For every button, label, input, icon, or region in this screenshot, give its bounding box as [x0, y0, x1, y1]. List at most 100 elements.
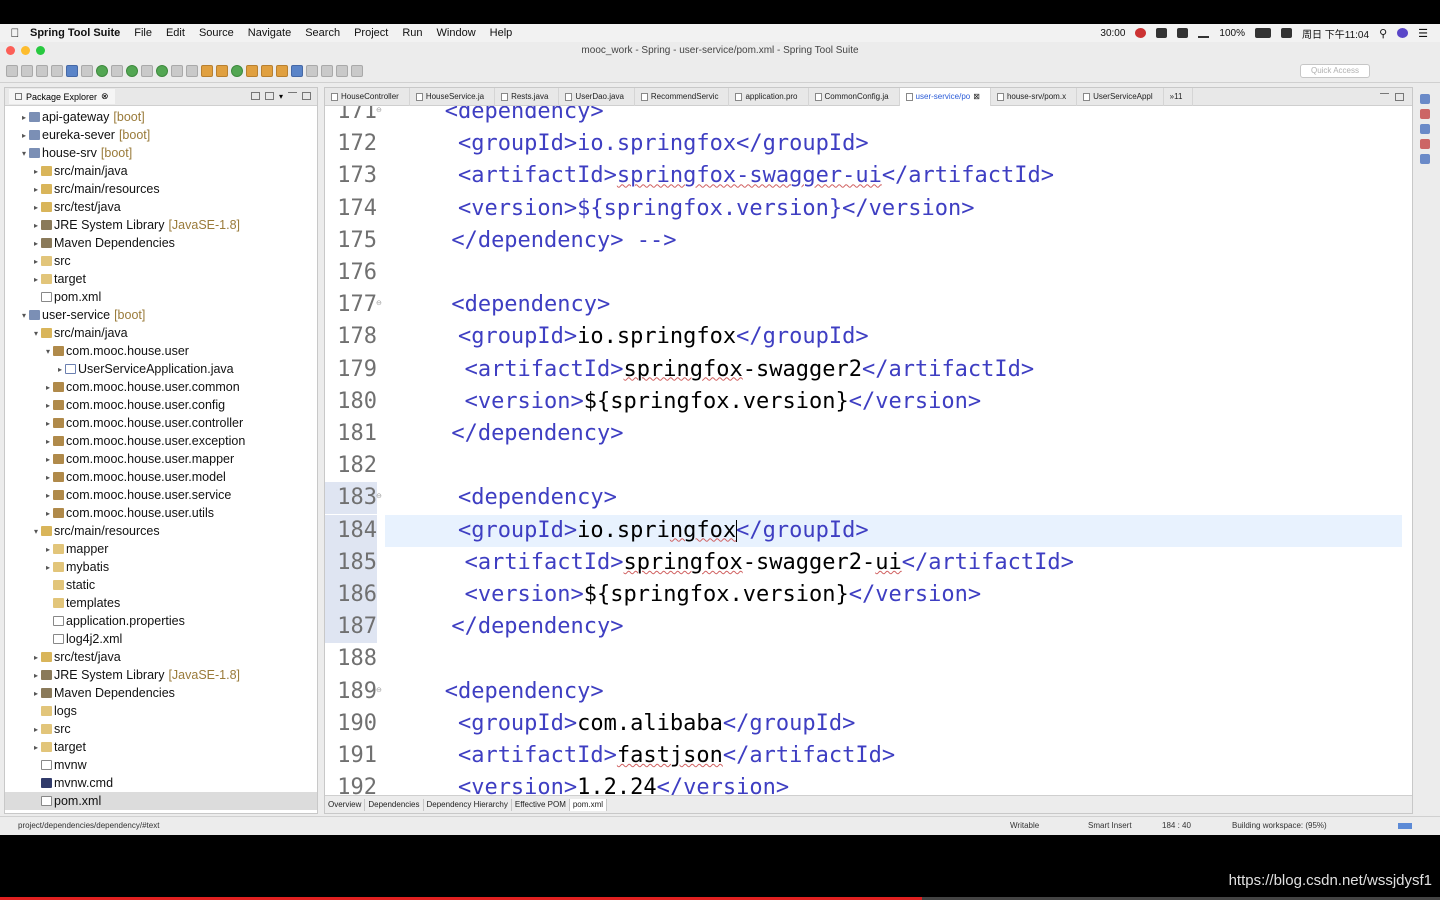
collapsed-arrow-icon[interactable]: ▸: [31, 653, 41, 662]
toggle-mark-icon[interactable]: [111, 64, 123, 77]
menu-run[interactable]: Run: [402, 27, 422, 39]
menu-window[interactable]: Window: [437, 27, 476, 39]
collapsed-arrow-icon[interactable]: ▸: [19, 113, 29, 122]
collapsed-arrow-icon[interactable]: ▸: [31, 275, 41, 284]
save-all-icon[interactable]: [36, 64, 48, 77]
next-annotation-icon[interactable]: [306, 64, 318, 77]
tree-item[interactable]: ▸ target: [5, 270, 317, 288]
tree-item[interactable]: ▸ target: [5, 738, 317, 756]
battery-icon[interactable]: [1255, 28, 1271, 38]
tree-item[interactable]: ▸ mapper: [5, 540, 317, 558]
menu-file[interactable]: File: [134, 27, 152, 39]
tree-item[interactable]: mvnw.cmd: [5, 774, 317, 792]
tree-item[interactable]: ▸ src/main/java: [5, 162, 317, 180]
perspective-icon[interactable]: [1420, 94, 1430, 104]
tree-item[interactable]: ▸ src: [5, 252, 317, 270]
forward-icon[interactable]: [351, 64, 363, 77]
tree-item[interactable]: log4j2.xml: [5, 630, 317, 648]
collapsed-arrow-icon[interactable]: ▸: [31, 203, 41, 212]
collapsed-arrow-icon[interactable]: ▸: [19, 131, 29, 140]
editor-tab[interactable]: HouseController: [325, 87, 410, 106]
tree-item[interactable]: ▾ src/main/resources: [5, 522, 317, 540]
tree-item[interactable]: ▸ UserServiceApplication.java: [5, 360, 317, 378]
collapsed-arrow-icon[interactable]: ▸: [31, 239, 41, 248]
tab-overflow-button[interactable]: »11: [1164, 87, 1194, 106]
boot-dashboard-icon[interactable]: [96, 64, 108, 77]
boot-icon[interactable]: [1420, 154, 1430, 164]
tree-item[interactable]: ▸ src/test/java: [5, 648, 317, 666]
new-java-project-icon[interactable]: [201, 64, 213, 77]
collapsed-arrow-icon[interactable]: ▸: [43, 473, 53, 482]
skip-breakpoints-icon[interactable]: [81, 64, 93, 77]
notification-center-icon[interactable]: ☰: [1418, 27, 1428, 40]
tree-item[interactable]: ▾ user-service [boot]: [5, 306, 317, 324]
debug-icon[interactable]: [141, 64, 153, 77]
tree-item[interactable]: ▸ JRE System Library [JavaSE-1.8]: [5, 216, 317, 234]
tree-item[interactable]: ▾ house-srv [boot]: [5, 144, 317, 162]
tree-item[interactable]: static: [5, 576, 317, 594]
search-icon[interactable]: [276, 64, 288, 77]
collapsed-arrow-icon[interactable]: ▸: [31, 689, 41, 698]
tree-item[interactable]: pom.xml: [5, 792, 317, 810]
expanded-arrow-icon[interactable]: ▾: [31, 329, 41, 338]
tree-item[interactable]: ▸ Maven Dependencies: [5, 684, 317, 702]
collapsed-arrow-icon[interactable]: ▸: [31, 185, 41, 194]
coverage-icon[interactable]: [171, 64, 183, 77]
collapsed-arrow-icon[interactable]: ▸: [31, 257, 41, 266]
editor-tab[interactable]: house-srv/pom.x: [991, 87, 1078, 106]
collapsed-arrow-icon[interactable]: ▸: [31, 221, 41, 230]
editor-tab[interactable]: UserServiceAppl: [1077, 87, 1164, 106]
tree-item[interactable]: ▸ src: [5, 720, 317, 738]
apple-icon[interactable]: : [0, 26, 30, 40]
link-editor-icon[interactable]: [264, 92, 274, 100]
print-icon[interactable]: [51, 64, 63, 77]
tree-item[interactable]: ▸ eureka-sever [boot]: [5, 126, 317, 144]
tree-item[interactable]: logs: [5, 702, 317, 720]
open-task-icon[interactable]: [261, 64, 273, 77]
input-method-icon[interactable]: [1281, 28, 1292, 38]
maximize-view-icon[interactable]: [302, 92, 311, 100]
tree-item[interactable]: application.properties: [5, 612, 317, 630]
clock[interactable]: 周日 下午11:04: [1302, 26, 1369, 41]
menu-search[interactable]: Search: [305, 27, 340, 39]
tree-item[interactable]: ▸ com.mooc.house.user.common: [5, 378, 317, 396]
package-explorer-tab[interactable]: Package Explorer ⊗: [9, 89, 115, 104]
minimize-editor-icon[interactable]: [1380, 92, 1389, 95]
collapse-all-icon[interactable]: [250, 92, 260, 100]
collapsed-arrow-icon[interactable]: ▸: [43, 545, 53, 554]
menu-edit[interactable]: Edit: [166, 27, 185, 39]
editor-tab[interactable]: user-service/po ⊠: [899, 87, 991, 106]
spring-icon[interactable]: [1420, 139, 1430, 149]
pom-page-tab[interactable]: pom.xml: [569, 798, 608, 811]
tree-item[interactable]: ▸ api-gateway [boot]: [5, 108, 317, 126]
tree-item[interactable]: ▸ com.mooc.house.user.utils: [5, 504, 317, 522]
tree-item[interactable]: ▸ src/main/resources: [5, 180, 317, 198]
tree-item[interactable]: pom.xml: [5, 288, 317, 306]
close-tab-icon[interactable]: ⊠: [973, 92, 980, 101]
collapsed-arrow-icon[interactable]: ▸: [31, 671, 41, 680]
outline-icon[interactable]: [1420, 109, 1430, 119]
pom-page-tab[interactable]: Dependency Hierarchy: [424, 798, 512, 811]
collapsed-arrow-icon[interactable]: ▸: [55, 365, 65, 374]
refresh-icon[interactable]: [126, 64, 138, 77]
task-list-icon[interactable]: [1420, 124, 1430, 134]
external-tools-icon[interactable]: [186, 64, 198, 77]
editor-tab[interactable]: HouseService.ja: [410, 87, 496, 106]
tree-item[interactable]: ▾ com.mooc.house.user: [5, 342, 317, 360]
previous-annotation-icon[interactable]: [321, 64, 333, 77]
back-icon[interactable]: [336, 64, 348, 77]
fold-icon[interactable]: ⊖: [376, 492, 382, 500]
close-tab-icon[interactable]: ⊗: [101, 91, 109, 102]
save-icon[interactable]: [21, 64, 33, 77]
tree-item[interactable]: ▸ com.mooc.house.user.exception: [5, 432, 317, 450]
expanded-arrow-icon[interactable]: ▾: [43, 347, 53, 356]
tree-item[interactable]: templates: [5, 594, 317, 612]
editor-tab[interactable]: RecommendServic: [635, 87, 730, 106]
tree-item[interactable]: ▸ com.mooc.house.user.controller: [5, 414, 317, 432]
expanded-arrow-icon[interactable]: ▾: [31, 527, 41, 536]
pom-page-tab[interactable]: Effective POM: [512, 798, 570, 811]
tree-item[interactable]: ▸ Maven Dependencies: [5, 234, 317, 252]
editor-tab[interactable]: UserDao.java: [559, 87, 635, 106]
fold-icon[interactable]: ⊖: [376, 299, 382, 307]
code-area[interactable]: 171 ⊖ <dependency> 172 <groupId>io.springfox…: [325, 106, 1412, 795]
